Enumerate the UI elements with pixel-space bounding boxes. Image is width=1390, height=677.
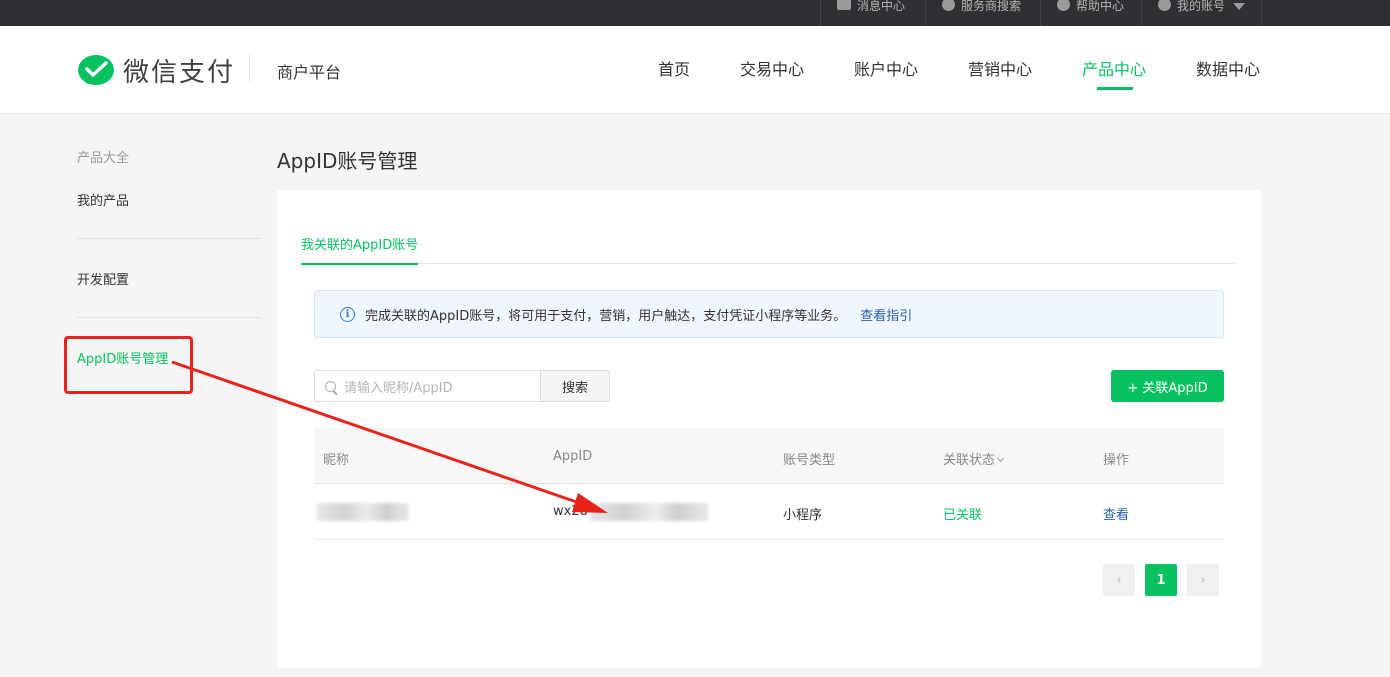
tab-linked-appids[interactable]: 我关联的AppID账号 xyxy=(301,234,419,265)
table-header: 昵称 AppID 账号类型 关联状态 操作 xyxy=(314,428,1224,484)
pagination-next[interactable]: › xyxy=(1187,564,1219,596)
nav-active-indicator xyxy=(1097,87,1133,90)
sidebar-title: 产品大全 xyxy=(77,151,130,166)
mail-icon xyxy=(837,0,851,10)
search-icon xyxy=(942,0,955,11)
chevron-down-icon xyxy=(996,454,1005,463)
search-button[interactable]: 搜索 xyxy=(540,370,610,402)
main-nav: 首页 交易中心 账户中心 营销中心 产品中心 数据中心 xyxy=(0,56,1390,114)
info-notice: i 完成关联的AppID账号，将可用于支付，营销，用户触达，支付凭证小程序等业务… xyxy=(314,290,1224,338)
annotation-highlight-box xyxy=(64,336,193,394)
topbar-account[interactable]: 我的账号 xyxy=(1141,0,1263,26)
topbar-help[interactable]: 帮助中心 xyxy=(1040,0,1140,26)
nav-transactions[interactable]: 交易中心 xyxy=(740,56,804,80)
col-link-status[interactable]: 关联状态 xyxy=(943,449,1005,468)
appid-redacted xyxy=(590,503,708,521)
chevron-left-icon: ‹ xyxy=(1116,572,1122,588)
search-input[interactable]: 请输入昵称/AppID xyxy=(314,370,541,402)
site-header: 微信支付 商户平台 首页 交易中心 账户中心 营销中心 产品中心 数据中心 xyxy=(0,26,1390,114)
nav-data[interactable]: 数据中心 xyxy=(1196,56,1260,80)
info-icon: i xyxy=(340,306,355,322)
link-status: 已关联 xyxy=(943,508,983,523)
nav-marketing[interactable]: 营销中心 xyxy=(968,56,1032,80)
tab-bar: 我关联的AppID账号 xyxy=(301,234,1237,265)
notice-text: 完成关联的AppID账号，将可用于支付，营销，用户触达，支付凭证小程序等业务。 xyxy=(365,308,847,324)
topbar-help-label: 帮助中心 xyxy=(1076,0,1125,13)
col-link-status-label: 关联状态 xyxy=(943,453,996,468)
content-card: 我关联的AppID账号 i 完成关联的AppID账号，将可用于支付，营销，用户触… xyxy=(277,190,1261,668)
nav-accounts[interactable]: 账户中心 xyxy=(854,56,918,80)
sidebar-divider xyxy=(77,317,261,318)
col-account-type: 账号类型 xyxy=(783,453,836,468)
view-guide-link[interactable]: 查看指引 xyxy=(860,305,912,324)
appid-table: 昵称 AppID 账号类型 关联状态 操作 wx28 小程序 已关联 查看 xyxy=(314,428,1224,540)
page-title: AppID账号管理 xyxy=(277,149,418,173)
caret-down-icon xyxy=(1233,3,1246,10)
col-nickname: 昵称 xyxy=(323,453,350,468)
user-icon xyxy=(1158,0,1171,11)
col-actions: 操作 xyxy=(1103,453,1130,468)
pagination-prev[interactable]: ‹ xyxy=(1103,564,1135,596)
view-link[interactable]: 查看 xyxy=(1103,504,1129,523)
sidebar-item-my-products[interactable]: 我的产品 xyxy=(77,190,129,209)
help-icon xyxy=(1057,0,1070,11)
col-appid: AppID xyxy=(553,449,593,464)
nav-products[interactable]: 产品中心 xyxy=(1082,56,1146,80)
nav-home[interactable]: 首页 xyxy=(658,56,690,80)
appid-prefix: wx28 xyxy=(553,504,588,519)
topbar-provider-search[interactable]: 服务商搜索 xyxy=(925,0,1037,26)
sidebar-divider xyxy=(77,238,261,239)
search-icon xyxy=(325,380,336,392)
chevron-right-icon: › xyxy=(1200,572,1206,588)
pagination-page[interactable]: 1 xyxy=(1145,564,1177,596)
top-utility-bar: 消息中心 服务商搜索 帮助中心 我的账号 xyxy=(0,0,1390,26)
topbar-account-label: 我的账号 xyxy=(1177,0,1226,13)
sidebar-item-dev-config[interactable]: 开发配置 xyxy=(77,269,129,288)
search-placeholder: 请输入昵称/AppID xyxy=(344,380,453,396)
link-appid-button[interactable]: + 关联AppID xyxy=(1111,370,1224,402)
nickname-redacted xyxy=(317,503,409,521)
table-row: wx28 小程序 已关联 查看 xyxy=(314,484,1224,540)
account-type: 小程序 xyxy=(783,508,823,523)
topbar-messages-label: 消息中心 xyxy=(857,0,906,13)
topbar-messages[interactable]: 消息中心 xyxy=(820,0,921,26)
topbar-provider-search-label: 服务商搜索 xyxy=(961,0,1022,13)
